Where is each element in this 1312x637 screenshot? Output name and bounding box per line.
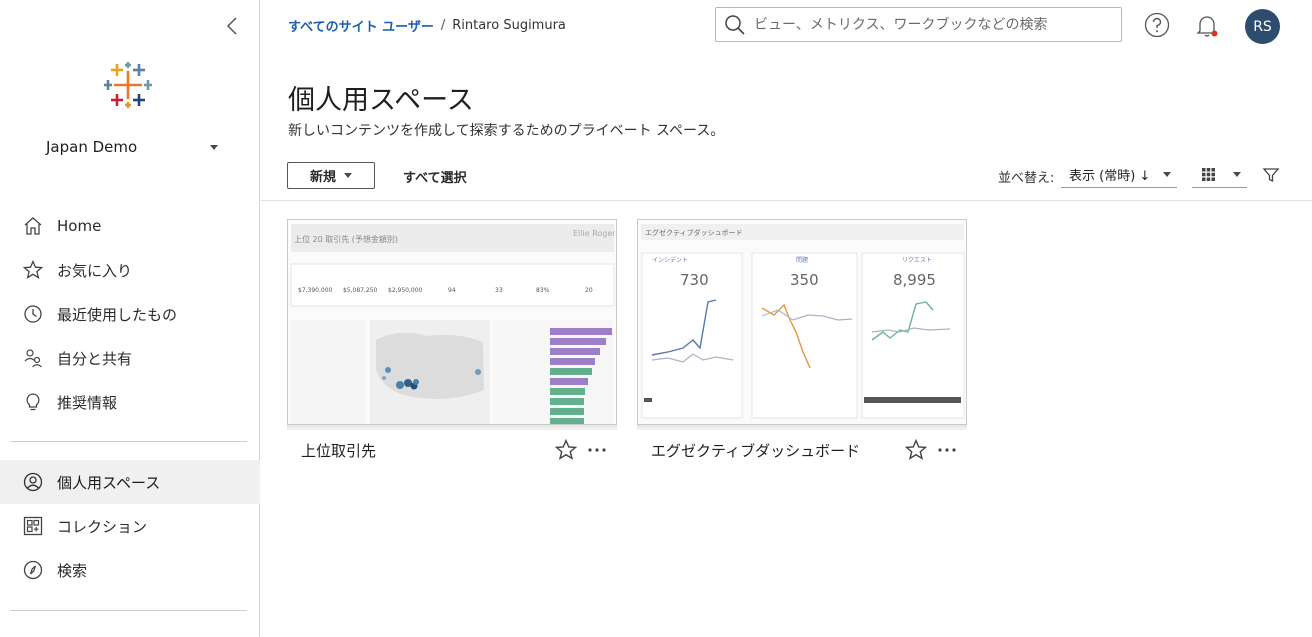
- collapse-sidebar-button[interactable]: [222, 14, 242, 38]
- page-title: 個人用スペース: [288, 85, 474, 116]
- thumb-panel-value: 350: [790, 271, 819, 289]
- breadcrumb-all-users-link[interactable]: すべてのサイト ユーザー: [288, 16, 434, 35]
- search-input[interactable]: [754, 16, 1104, 33]
- nav-divider: [10, 441, 247, 442]
- site-switcher[interactable]: Japan Demo: [46, 136, 218, 158]
- compass-icon: [22, 559, 44, 581]
- search-box[interactable]: [715, 7, 1122, 42]
- sidebar-item-collections[interactable]: コレクション: [0, 504, 260, 548]
- sidebar-item-label: Home: [57, 217, 102, 235]
- workbook-title[interactable]: 上位取引先: [301, 440, 376, 461]
- search-icon: [725, 14, 745, 35]
- page-subtitle: 新しいコンテンツを作成して探索するためのプライベート スペース。: [288, 123, 725, 139]
- sidebar-item-recommendations[interactable]: 推奨情報: [0, 380, 260, 424]
- sidebar-item-favorites[interactable]: お気に入り: [0, 248, 260, 292]
- sidebar: Japan Demo Home お気に入り 最近使用したもの 自分と共有 推奨情…: [0, 0, 260, 637]
- caret-down-icon: [344, 173, 352, 178]
- thumb-kpi: $7,390,000: [298, 287, 333, 294]
- new-button[interactable]: 新規: [287, 162, 375, 189]
- workbook-thumbnail[interactable]: 上位 20 取引先 (予想金額別) Ellie Rogers... $7,390…: [287, 219, 617, 425]
- sidebar-item-shared[interactable]: 自分と共有: [0, 336, 260, 380]
- notifications-button[interactable]: [1194, 12, 1220, 38]
- favorite-button[interactable]: [554, 438, 578, 461]
- thumb-panel-label: 問題: [796, 257, 808, 264]
- shared-users-icon: [22, 347, 44, 369]
- sidebar-item-label: 個人用スペース: [57, 473, 161, 492]
- thumb-owner: Ellie Rogers...: [573, 229, 617, 238]
- thumb-kpi: 20: [585, 287, 593, 294]
- caret-down-icon: [1163, 172, 1171, 177]
- thumb-panel-value: 730: [680, 271, 709, 289]
- secondary-nav: 個人用スペース コレクション 検索: [0, 460, 260, 592]
- sidebar-item-label: お気に入り: [57, 261, 133, 280]
- star-icon: [22, 259, 44, 281]
- lightbulb-icon: [22, 391, 44, 413]
- star-icon: [904, 438, 928, 460]
- sidebar-item-recents[interactable]: 最近使用したもの: [0, 292, 260, 336]
- more-horizontal-icon: [938, 448, 956, 452]
- star-icon: [554, 438, 578, 460]
- more-actions-button[interactable]: [585, 440, 609, 460]
- thumb-kpi: 83%: [536, 287, 550, 294]
- sidebar-item-label: 最近使用したもの: [57, 305, 178, 324]
- caret-down-icon: [1233, 172, 1241, 177]
- sidebar-item-label: 推奨情報: [57, 393, 118, 412]
- clock-icon: [22, 303, 44, 325]
- select-all-button[interactable]: すべて選択: [403, 167, 467, 186]
- thumb-kpi: $5,087,250: [343, 287, 378, 294]
- help-button[interactable]: [1144, 12, 1170, 38]
- breadcrumb: すべてのサイト ユーザー / Rintaro Sugimura: [288, 16, 566, 35]
- thumbnail-dashboard-image: 上位 20 取引先 (予想金額別) Ellie Rogers... $7,390…: [288, 220, 617, 424]
- thumb-panel-value: 8,995: [893, 271, 936, 289]
- avatar[interactable]: RS: [1245, 9, 1280, 44]
- nav-divider: [10, 610, 247, 611]
- view-mode-dropdown[interactable]: [1192, 162, 1247, 188]
- site-name: Japan Demo: [46, 138, 138, 156]
- filter-icon: [1262, 168, 1280, 183]
- filter-button[interactable]: [1262, 166, 1280, 184]
- notification-dot: [1211, 30, 1218, 37]
- sidebar-item-label: コレクション: [57, 517, 148, 536]
- sort-dropdown[interactable]: 表示 (常時) ↓: [1061, 162, 1177, 188]
- caret-down-icon: [210, 144, 218, 150]
- new-button-label: 新規: [309, 170, 336, 185]
- thumb-panel-label: インシデント: [652, 256, 688, 264]
- more-actions-button[interactable]: [935, 440, 959, 460]
- collection-icon: [22, 515, 44, 537]
- sidebar-item-label: 自分と共有: [57, 349, 133, 368]
- user-circle-icon: [22, 471, 44, 493]
- thumb-kpi: 33: [495, 287, 503, 294]
- sidebar-item-explore[interactable]: 検索: [0, 548, 260, 592]
- app-root: Japan Demo Home お気に入り 最近使用したもの 自分と共有 推奨情…: [0, 0, 1312, 637]
- help-icon: [1144, 12, 1170, 38]
- thumb-header: 上位 20 取引先 (予想金額別): [294, 234, 398, 244]
- content-divider: [261, 200, 1312, 201]
- workbook-card: 上位 20 取引先 (予想金額別) Ellie Rogers... $7,390…: [287, 219, 617, 469]
- sort-value: 表示 (常時) ↓: [1069, 169, 1151, 184]
- breadcrumb-current: Rintaro Sugimura: [452, 18, 566, 33]
- sidebar-item-label: 検索: [57, 561, 88, 580]
- sort-label: 並べ替え:: [998, 171, 1055, 186]
- chevron-left-icon: [226, 17, 237, 35]
- workbook-thumbnail[interactable]: エグゼクティブダッシュボード インシデント 730 問題 350 リクエスト 8…: [637, 219, 967, 425]
- thumb-header: エグゼクティブダッシュボード: [645, 228, 743, 237]
- thumb-kpi: $2,950,000: [388, 287, 423, 294]
- bell-icon: [1196, 16, 1218, 37]
- thumb-kpi: 94: [448, 287, 456, 294]
- thumb-panel-label: リクエスト: [902, 257, 932, 264]
- thumbnail-dashboard-image: エグゼクティブダッシュボード インシデント 730 問題 350 リクエスト 8…: [638, 220, 966, 424]
- breadcrumb-separator: /: [440, 18, 446, 33]
- grid-view-icon: [1202, 168, 1215, 181]
- main-nav: Home お気に入り 最近使用したもの 自分と共有 推奨情報: [0, 204, 260, 424]
- home-icon: [22, 215, 44, 237]
- workbook-card: エグゼクティブダッシュボード インシデント 730 問題 350 リクエスト 8…: [637, 219, 967, 469]
- more-horizontal-icon: [588, 448, 606, 452]
- tableau-logo[interactable]: [104, 62, 152, 108]
- workbook-title[interactable]: エグゼクティブダッシュボード: [651, 440, 860, 461]
- sidebar-item-personal-space[interactable]: 個人用スペース: [0, 460, 260, 504]
- favorite-button[interactable]: [904, 438, 928, 461]
- sidebar-item-home[interactable]: Home: [0, 204, 260, 248]
